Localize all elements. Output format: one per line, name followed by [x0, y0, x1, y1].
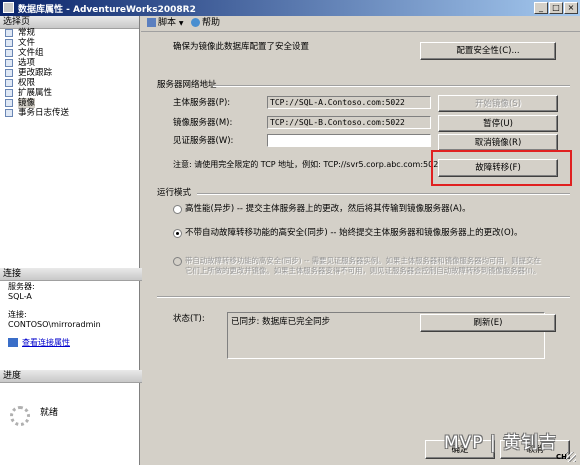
failover-highlight-box	[431, 150, 572, 186]
remove-mirroring-button[interactable]: 取消镜像(R)	[438, 134, 558, 151]
progress-header: 进度	[0, 370, 142, 383]
page-icon	[5, 59, 13, 67]
page-icon	[5, 39, 13, 47]
tcp-address-note: 注意: 请使用完全限定的 TCP 地址，例如: TCP://svr5.corp.…	[173, 160, 444, 169]
witness-server-field[interactable]	[267, 134, 431, 147]
connection-value: CONTOSO\mirroradmin	[8, 320, 101, 329]
page-icon	[5, 79, 13, 87]
resize-grip-icon[interactable]	[566, 452, 576, 462]
refresh-button[interactable]: 刷新(E)	[420, 314, 556, 332]
high-safety-auto-failover-label-line1[interactable]: 带自动故障转移功能的高安全(同步) -- 需要见证服务器实例。如果主体服务器和镜…	[185, 256, 541, 266]
status-divider	[157, 296, 570, 298]
network-address-divider	[213, 85, 570, 87]
minimize-button[interactable]: _	[534, 2, 548, 14]
server-value: SQL-A	[8, 292, 32, 301]
status-value: 已同步: 数据库已完全同步	[231, 317, 331, 327]
page-item-general[interactable]: 常规	[0, 28, 139, 38]
page-item-options[interactable]: 选项	[0, 58, 139, 68]
witness-server-label: 见证服务器(W):	[173, 136, 234, 146]
high-safety-no-failover-label[interactable]: 不带自动故障转移功能的高安全(同步) -- 始终提交主体服务器和镜像服务器上的更…	[185, 228, 523, 238]
high-performance-label[interactable]: 高性能(异步) -- 提交主体服务器上的更改，然后将其传输到镜像服务器(A)。	[185, 204, 471, 214]
network-address-group-label: 服务器网络地址	[157, 80, 217, 90]
configure-security-button[interactable]: 配置安全性(C)...	[420, 42, 556, 60]
page-icon	[5, 109, 13, 117]
principal-server-label: 主体服务器(P):	[173, 98, 231, 108]
page-item-log-shipping[interactable]: 事务日志传送	[0, 108, 139, 118]
page-item-mirroring[interactable]: 镜像	[0, 98, 139, 108]
view-connection-properties[interactable]: 查看连接属性	[8, 338, 139, 348]
operating-mode-divider	[197, 193, 570, 195]
help-icon	[191, 18, 200, 27]
page-icon	[5, 99, 13, 107]
page-item-extended-properties[interactable]: 扩展属性	[0, 88, 139, 98]
script-button[interactable]: 脚本 ▼	[147, 18, 184, 29]
start-mirroring-button[interactable]: 开始镜像(S)	[438, 95, 558, 112]
page-icon	[5, 49, 13, 57]
maximize-button[interactable]: □	[549, 2, 563, 14]
progress-status: 就绪	[40, 408, 59, 418]
page-item-permissions[interactable]: 权限	[0, 78, 139, 88]
connection-info: 服务器: SQL-A 连接: CONTOSO\mirroradmin 查看连接属…	[0, 282, 139, 348]
close-button[interactable]: ×	[564, 2, 578, 14]
page-item-files[interactable]: 文件	[0, 38, 139, 48]
status-label: 状态(T):	[173, 314, 205, 324]
connection-header: 连接	[0, 268, 142, 281]
mirror-server-label: 镜像服务器(M):	[173, 118, 233, 128]
operating-mode-group-label: 运行模式	[157, 188, 192, 198]
pause-button[interactable]: 暂停(U)	[438, 115, 558, 132]
page-list: 常规 文件 文件组 选项 更改跟踪 权限 扩展属性 镜像 事务日志传送	[0, 28, 139, 280]
page-item-change-tracking[interactable]: 更改跟踪	[0, 68, 139, 78]
watermark: MVP | 黄钊吉	[444, 433, 558, 453]
title-bar[interactable]: 数据库属性 - AdventureWorks2008R2 _ □ ×	[0, 0, 580, 16]
left-panel: 选择页 常规 文件 文件组 选项 更改跟踪 权限 扩展属性 镜像 事务日志传送 …	[0, 16, 142, 465]
mirroring-page: 确保为镜像此数据库配置了安全设置 配置安全性(C)... 服务器网络地址 主体服…	[141, 32, 580, 465]
window-title: 数据库属性 - AdventureWorks2008R2	[18, 5, 196, 15]
mirror-server-field[interactable]: TCP://SQL-B.Contoso.com:5022	[267, 116, 431, 129]
help-button[interactable]: 帮助	[191, 18, 220, 29]
principal-server-field[interactable]: TCP://SQL-A.Contoso.com:5022	[267, 96, 431, 109]
toolbar: 脚本 ▼ 帮助	[141, 16, 580, 32]
page-icon	[5, 29, 13, 37]
high-safety-auto-failover-label-line2[interactable]: 它们上所做的更改并镜像。如果主体服务器变得不可用，则见证服务器会控制自动故障转移…	[185, 266, 540, 276]
high-safety-no-failover-radio[interactable]	[173, 229, 182, 238]
script-icon	[147, 18, 156, 27]
connection-label: 连接:	[8, 310, 27, 319]
high-safety-auto-failover-radio[interactable]	[173, 257, 182, 266]
page-icon	[5, 69, 13, 77]
script-dropdown-icon[interactable]: ▼	[179, 20, 184, 27]
progress-spinner-icon	[10, 406, 30, 426]
database-properties-window: 数据库属性 - AdventureWorks2008R2 _ □ × 选择页 常…	[0, 0, 580, 465]
security-description: 确保为镜像此数据库配置了安全设置	[173, 42, 310, 52]
page-icon	[5, 89, 13, 97]
database-icon	[3, 2, 14, 13]
page-item-filegroups[interactable]: 文件组	[0, 48, 139, 58]
server-label: 服务器:	[8, 282, 35, 291]
connection-properties-icon	[8, 338, 18, 347]
high-performance-radio[interactable]	[173, 205, 182, 214]
